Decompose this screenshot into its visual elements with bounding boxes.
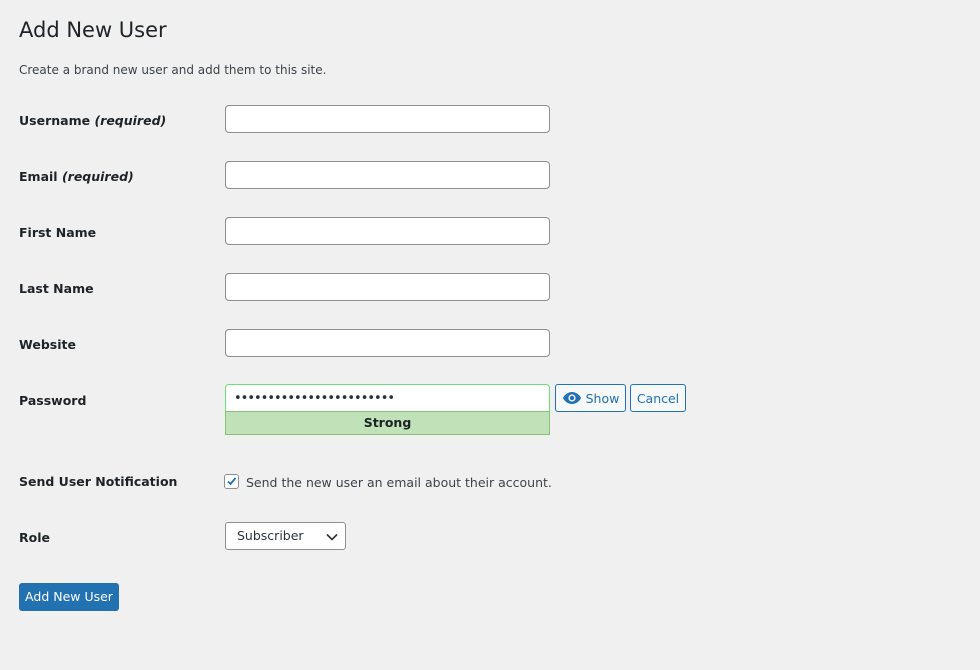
show-password-button[interactable]: Show [555,384,626,412]
last-name-input[interactable] [225,273,550,301]
role-label: Role [19,530,50,545]
password-input[interactable]: •••••••••••••••••••••••• [225,384,550,412]
email-input[interactable] [225,161,550,189]
first-name-input[interactable] [225,217,550,245]
website-label: Website [19,337,76,352]
password-label: Password [19,393,87,408]
show-label: Show [585,390,620,406]
page-description: Create a brand new user and add them to … [19,63,327,77]
eye-icon [562,392,581,404]
page-title: Add New User [19,18,167,42]
notification-label: Send User Notification [19,474,178,489]
cancel-password-button[interactable]: Cancel [630,384,686,412]
last-name-label: Last Name [19,281,94,296]
add-new-user-button[interactable]: Add New User [19,583,119,611]
role-selected-value: Subscriber [237,528,304,543]
username-label: Username (required) [19,113,167,128]
password-strength-indicator: Strong [225,411,550,435]
username-input[interactable] [225,105,550,133]
first-name-label: First Name [19,225,97,240]
chevron-down-icon [326,533,338,541]
notification-checkbox[interactable] [224,474,239,489]
email-label: Email (required) [19,169,134,184]
notification-checkbox-label[interactable]: Send the new user an email about their a… [246,475,552,490]
role-select[interactable]: Subscriber [225,522,346,550]
website-input[interactable] [225,329,550,357]
checkmark-icon [227,477,237,486]
